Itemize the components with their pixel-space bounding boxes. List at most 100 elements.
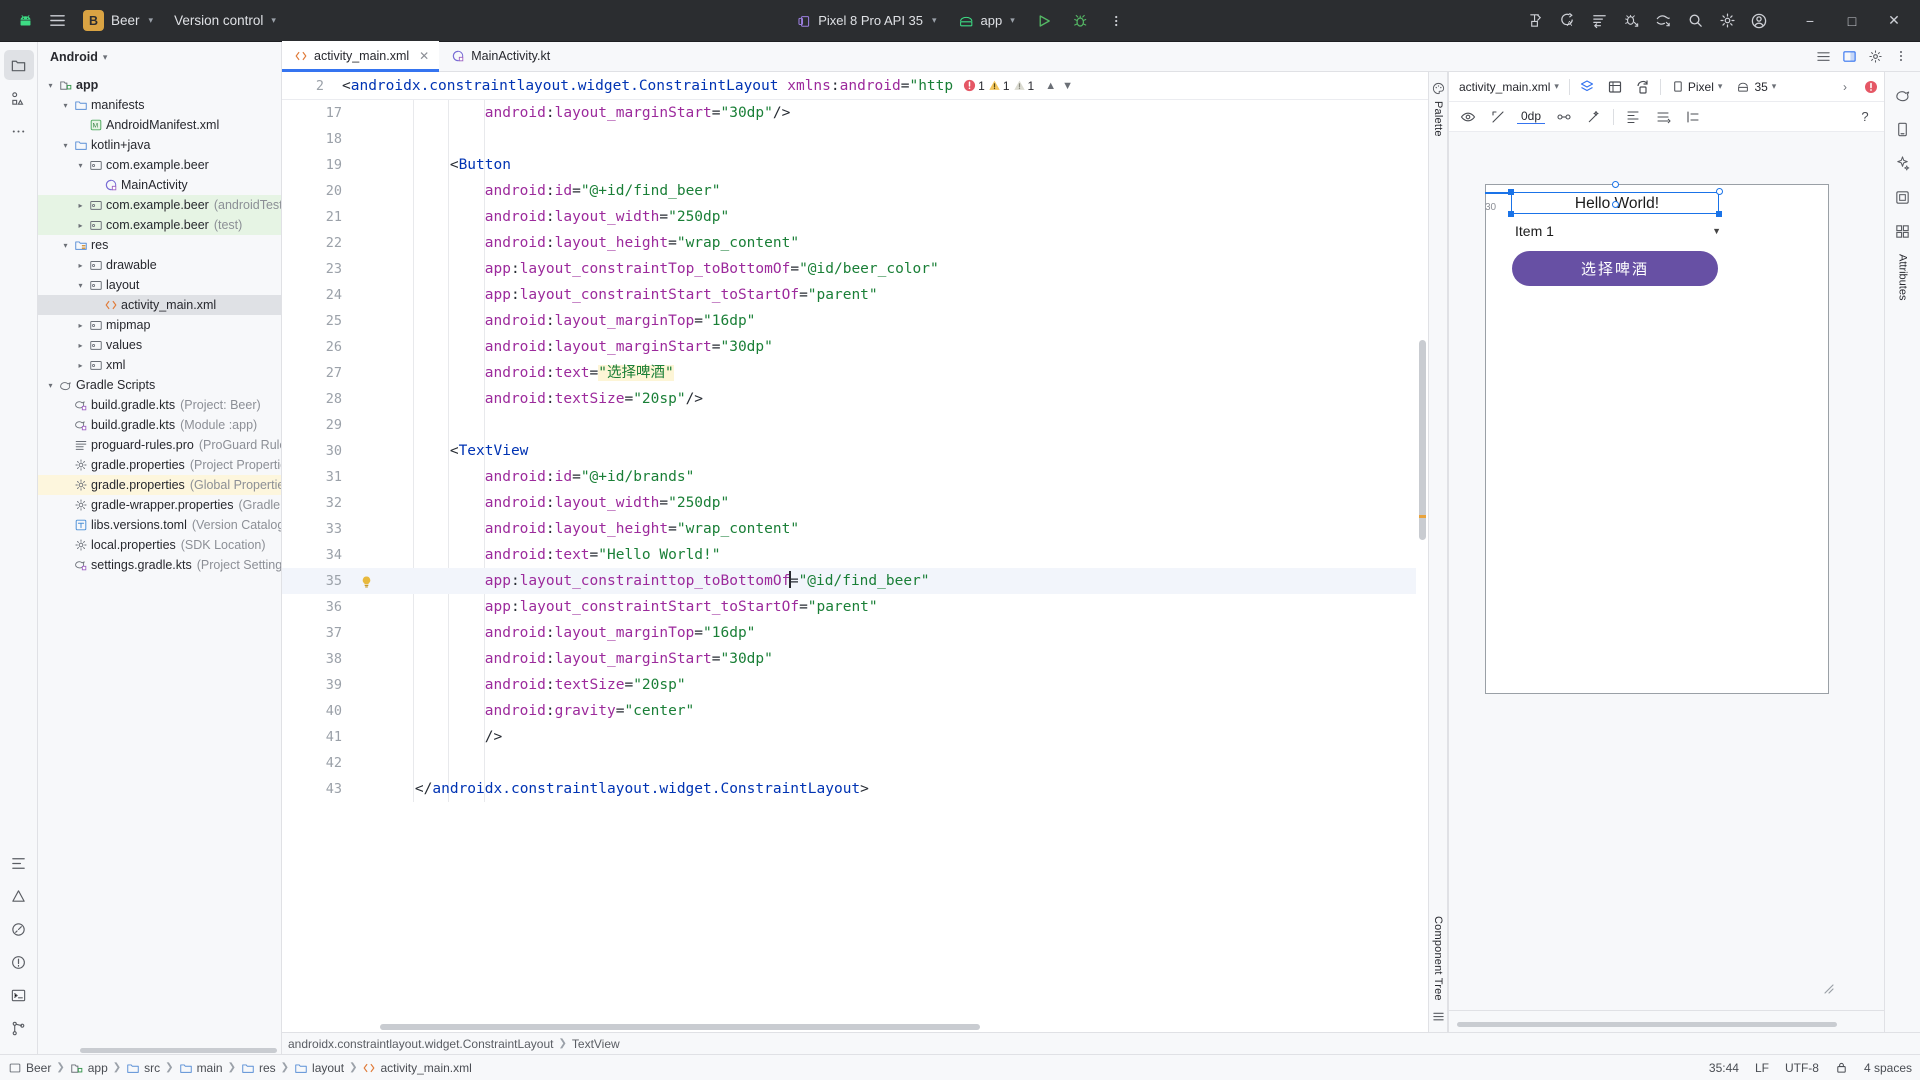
close-tab-icon[interactable]: ✕ bbox=[419, 49, 429, 63]
chevron-up-icon[interactable]: ▲ bbox=[1045, 80, 1056, 92]
align-vertical-icon[interactable] bbox=[1652, 106, 1674, 128]
code-line[interactable]: android:layout_height="wrap_content" bbox=[380, 516, 1428, 542]
component-tree-label[interactable]: Component Tree bbox=[1432, 916, 1444, 1001]
code-line[interactable]: /> bbox=[380, 724, 1428, 750]
git-branch-icon[interactable] bbox=[4, 1013, 34, 1043]
tree-item[interactable]: ▸ mipmap bbox=[38, 315, 281, 335]
resource-manager-icon[interactable] bbox=[1888, 216, 1918, 246]
selection-handle-top[interactable] bbox=[1612, 181, 1619, 188]
caret-position[interactable]: 35:44 bbox=[1709, 1061, 1739, 1075]
tree-horizontal-scrollbar[interactable] bbox=[80, 1048, 277, 1053]
split-icon[interactable] bbox=[1812, 45, 1834, 67]
error-circle-icon[interactable] bbox=[1864, 80, 1878, 94]
project-tree[interactable]: ▾ app ▾ manifests M AndroidManifest.xml ▾ kotli… bbox=[38, 72, 281, 1054]
hamburger-menu-icon[interactable] bbox=[42, 6, 72, 36]
chevron-right-icon[interactable]: ▸ bbox=[74, 321, 87, 330]
chevron-right-icon[interactable]: ▸ bbox=[74, 261, 87, 270]
selection-handle-tr[interactable] bbox=[1716, 188, 1723, 195]
gradle-sync-icon[interactable] bbox=[1584, 6, 1614, 36]
gradle-elephant-icon[interactable] bbox=[1888, 80, 1918, 110]
tree-item[interactable]: ▸ xml bbox=[38, 355, 281, 375]
chevron-down-icon[interactable]: ▾ bbox=[59, 141, 72, 150]
code-line[interactable]: <TextView bbox=[380, 438, 1428, 464]
code-line[interactable] bbox=[380, 126, 1428, 152]
tree-item[interactable]: gradle-wrapper.properties (Gradle … bbox=[38, 495, 281, 515]
lock-icon[interactable] bbox=[1835, 1061, 1848, 1074]
line-separator[interactable]: LF bbox=[1755, 1061, 1769, 1075]
chevron-right-icon[interactable]: ▸ bbox=[74, 341, 87, 350]
api-selector[interactable]: 35 ▾ bbox=[1732, 80, 1780, 94]
chevron-down-icon[interactable]: ▾ bbox=[74, 281, 87, 290]
chevron-right-icon[interactable]: › bbox=[1834, 76, 1856, 98]
run-configuration-selector[interactable]: app ▾ bbox=[951, 7, 1023, 35]
code-line[interactable]: android:layout_marginStart="30dp" bbox=[380, 334, 1428, 360]
window-close-button[interactable]: ✕ bbox=[1874, 6, 1914, 36]
project-view-selector[interactable]: Android ▾ bbox=[38, 42, 281, 72]
tree-item[interactable]: ▾ layout bbox=[38, 275, 281, 295]
chevron-down-icon[interactable]: ▾ bbox=[44, 381, 57, 390]
code-line[interactable]: <Button bbox=[380, 152, 1428, 178]
code-line[interactable]: android:id="@+id/brands" bbox=[380, 464, 1428, 490]
chevron-down-icon[interactable]: ▾ bbox=[59, 101, 72, 110]
window-minimize-button[interactable]: − bbox=[1790, 6, 1830, 36]
code-line[interactable]: android:textSize="20sp"/> bbox=[380, 386, 1428, 412]
breadcrumb-item-0[interactable]: androidx.constraintlayout.widget.Constra… bbox=[288, 1037, 554, 1051]
tree-item[interactable]: settings.gradle.kts (Project Settings bbox=[38, 555, 281, 575]
profiler-icon[interactable] bbox=[1616, 6, 1646, 36]
tree-item[interactable]: ▾ manifests bbox=[38, 95, 281, 115]
code-line[interactable] bbox=[380, 412, 1428, 438]
code-line[interactable]: android:textSize="20sp" bbox=[380, 672, 1428, 698]
tree-item[interactable]: MainActivity bbox=[38, 175, 281, 195]
search-icon[interactable] bbox=[1680, 6, 1710, 36]
align-left-icon[interactable] bbox=[1622, 106, 1644, 128]
orientation-icon[interactable] bbox=[1632, 76, 1654, 98]
tree-item[interactable]: build.gradle.kts (Module :app) bbox=[38, 415, 281, 435]
code-line[interactable] bbox=[380, 750, 1428, 776]
window-maximize-button[interactable]: □ bbox=[1832, 6, 1872, 36]
chevron-right-icon[interactable]: ▸ bbox=[74, 201, 87, 210]
warning-badge[interactable]: 1 bbox=[988, 79, 1010, 93]
tree-item[interactable]: activity_main.xml bbox=[38, 295, 281, 315]
account-avatar-icon[interactable] bbox=[1744, 6, 1774, 36]
debug-button[interactable] bbox=[1065, 6, 1095, 36]
code-line[interactable]: android:layout_marginStart="30dp"/> bbox=[380, 100, 1428, 126]
status-breadcrumb-item[interactable]: layout bbox=[294, 1061, 344, 1075]
chevron-right-icon[interactable]: ▸ bbox=[74, 221, 87, 230]
settings-gear-icon[interactable] bbox=[1712, 6, 1742, 36]
tree-item[interactable]: ▸ com.example.beer (androidTest) bbox=[38, 195, 281, 215]
status-breadcrumb-item[interactable]: Beer bbox=[8, 1061, 51, 1075]
eye-icon[interactable] bbox=[1457, 106, 1479, 128]
tree-item[interactable]: ▸ values bbox=[38, 335, 281, 355]
tree-item[interactable]: ▾ com.example.beer bbox=[38, 155, 281, 175]
tree-item[interactable]: M AndroidManifest.xml bbox=[38, 115, 281, 135]
warning-marker[interactable] bbox=[1419, 515, 1426, 518]
code-line[interactable]: android:id="@+id/find_beer" bbox=[380, 178, 1428, 204]
breadcrumb-item-1[interactable]: TextView bbox=[572, 1037, 620, 1051]
code-line[interactable]: android:layout_marginStart="30dp" bbox=[380, 646, 1428, 672]
code-line[interactable]: app:layout_constrainttop_toBottomOf="@id… bbox=[380, 568, 1428, 594]
tree-item[interactable]: gradle.properties (Project Propertie bbox=[38, 455, 281, 475]
chevron-down-icon[interactable]: ▼ bbox=[1062, 80, 1073, 92]
code-line[interactable]: android:layout_width="250dp" bbox=[380, 204, 1428, 230]
tree-item[interactable]: build.gradle.kts (Project: Beer) bbox=[38, 395, 281, 415]
terminal-vcs-icon[interactable] bbox=[4, 848, 34, 878]
notifications-icon[interactable] bbox=[4, 947, 34, 977]
profiler-icon[interactable] bbox=[4, 914, 34, 944]
tree-item[interactable]: libs.versions.toml (Version Catalog) bbox=[38, 515, 281, 535]
constraints-icon[interactable] bbox=[1487, 106, 1509, 128]
selection-handle-br[interactable] bbox=[1716, 211, 1722, 217]
device-manager-icon[interactable] bbox=[1888, 114, 1918, 144]
code-line[interactable]: android:layout_marginTop="16dp" bbox=[380, 308, 1428, 334]
palette-strip[interactable]: Palette Component Tree bbox=[1428, 72, 1448, 1032]
code-editor[interactable]: 2 <androidx.constraintlayout.widget.Cons… bbox=[282, 72, 1428, 1032]
code-line[interactable]: app:layout_constraintTop_toBottomOf="@id… bbox=[380, 256, 1428, 282]
assistant-icon[interactable] bbox=[1888, 148, 1918, 178]
theme-selector[interactable]: Pixel ▾ bbox=[1667, 80, 1727, 94]
inspection-nav[interactable]: ▲ ▼ bbox=[1045, 80, 1073, 92]
tree-item[interactable]: ▾ Gradle Scripts bbox=[38, 375, 281, 395]
code-lines[interactable]: android:layout_marginStart="30dp"/> <But… bbox=[282, 100, 1428, 1032]
status-breadcrumb-item[interactable]: activity_main.xml bbox=[362, 1061, 472, 1075]
run-button[interactable] bbox=[1029, 6, 1059, 36]
status-breadcrumb-item[interactable]: src bbox=[126, 1061, 160, 1075]
design-horizontal-scrollbar[interactable] bbox=[1457, 1022, 1837, 1027]
